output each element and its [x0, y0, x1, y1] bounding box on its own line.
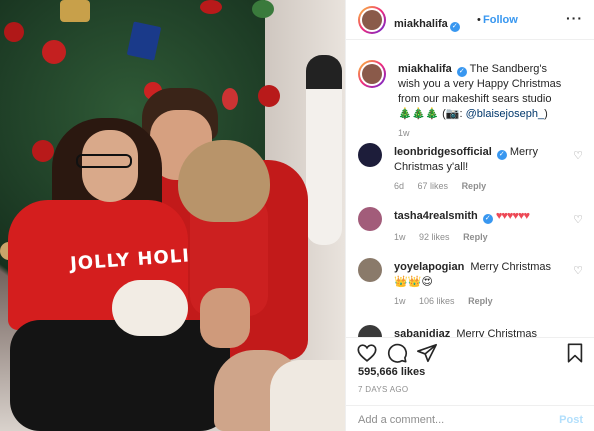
- comment-username[interactable]: tasha4realsmith: [394, 210, 478, 222]
- verified-badge-icon: ✓: [449, 22, 460, 32]
- ornament: [252, 0, 274, 18]
- comment-like-heart-icon[interactable]: ♡: [573, 264, 583, 277]
- comment-meta: 6d 67 likes Reply: [394, 181, 497, 191]
- caption-mention-suffix: ): [544, 108, 548, 120]
- comment-time[interactable]: 6d: [394, 181, 404, 191]
- man-arm: [200, 288, 250, 348]
- likes-count[interactable]: 595,666 likes: [358, 366, 425, 378]
- ornament: [200, 0, 222, 14]
- comment-username[interactable]: sabanidiaz: [394, 328, 450, 337]
- snowman-decoration: [306, 55, 342, 245]
- caption-mention-link[interactable]: @blaisejoseph_: [466, 108, 544, 120]
- follow-button[interactable]: Follow: [483, 14, 518, 26]
- post-actions-bar: [346, 337, 594, 367]
- verified-badge-icon: ✓: [456, 67, 467, 77]
- white-puppy: [112, 280, 188, 336]
- ornament: [222, 88, 238, 110]
- comment-text: ♥♥♥♥♥♥: [495, 210, 530, 222]
- yorkie-dog: [178, 140, 270, 222]
- comment-likes[interactable]: 106 likes: [419, 296, 455, 306]
- comment-like-heart-icon[interactable]: ♡: [573, 213, 583, 226]
- add-comment-bar: Post: [346, 405, 594, 431]
- separator-dot: •: [477, 14, 481, 26]
- comment-like-heart-icon[interactable]: ♡: [573, 149, 583, 162]
- ornament: [32, 140, 54, 162]
- post-date[interactable]: 7 DAYS AGO: [358, 385, 408, 394]
- heart-icon[interactable]: [356, 342, 378, 364]
- caption-username[interactable]: miakhalifa: [398, 63, 452, 75]
- comment-likes[interactable]: 92 likes: [419, 232, 450, 242]
- share-icon[interactable]: [416, 342, 438, 364]
- ornament: [4, 22, 24, 42]
- avatar[interactable]: [358, 207, 382, 231]
- woman-legs: [10, 320, 230, 431]
- more-options-icon[interactable]: ···: [566, 10, 583, 26]
- verified-badge-icon: ✓: [496, 150, 507, 160]
- reply-button[interactable]: Reply: [463, 232, 488, 242]
- ornament: [258, 85, 280, 107]
- fur-rug: [270, 360, 345, 431]
- header-username[interactable]: miakhalifa: [394, 18, 448, 30]
- comment-time[interactable]: 1w: [394, 296, 406, 306]
- avatar[interactable]: [358, 60, 386, 88]
- post-comment-button[interactable]: Post: [559, 414, 583, 426]
- verified-badge-icon: ✓: [482, 214, 493, 224]
- glasses: [76, 154, 132, 168]
- post-photo[interactable]: JOLLY HOLIDAY: [0, 0, 345, 431]
- reply-button[interactable]: Reply: [462, 181, 487, 191]
- caption-meta: 1w: [398, 128, 421, 138]
- ornament: [42, 40, 66, 64]
- comment-time[interactable]: 1w: [394, 232, 406, 242]
- comment-username[interactable]: leonbridgesofficial: [394, 146, 492, 158]
- comment-text: Merry Christmas: [456, 328, 537, 337]
- bookmark-icon[interactable]: [564, 342, 586, 364]
- comment-username[interactable]: yoyelapogian: [394, 261, 464, 273]
- avatar[interactable]: [358, 143, 382, 167]
- reply-button[interactable]: Reply: [468, 296, 493, 306]
- avatar[interactable]: [358, 325, 382, 337]
- comment-meta: 1w 106 likes Reply: [394, 296, 504, 306]
- caption-time[interactable]: 1w: [398, 128, 410, 138]
- tree-star-ornament: [60, 0, 90, 22]
- post-header: miakhalifa ✓ • Follow ···: [346, 0, 594, 40]
- avatar[interactable]: [358, 258, 382, 282]
- comment-icon[interactable]: [386, 342, 408, 364]
- comment-meta: 1w 92 likes Reply: [394, 232, 499, 242]
- avatar[interactable]: [358, 6, 386, 34]
- add-comment-input[interactable]: [358, 412, 548, 428]
- comment-likes[interactable]: 67 likes: [418, 181, 449, 191]
- post-side-panel: miakhalifa ✓ • Follow ··· miakhalifa ✓ The…: [345, 0, 594, 431]
- comments-list[interactable]: miakhalifa ✓ The Sandberg's wish you a ve…: [346, 41, 594, 337]
